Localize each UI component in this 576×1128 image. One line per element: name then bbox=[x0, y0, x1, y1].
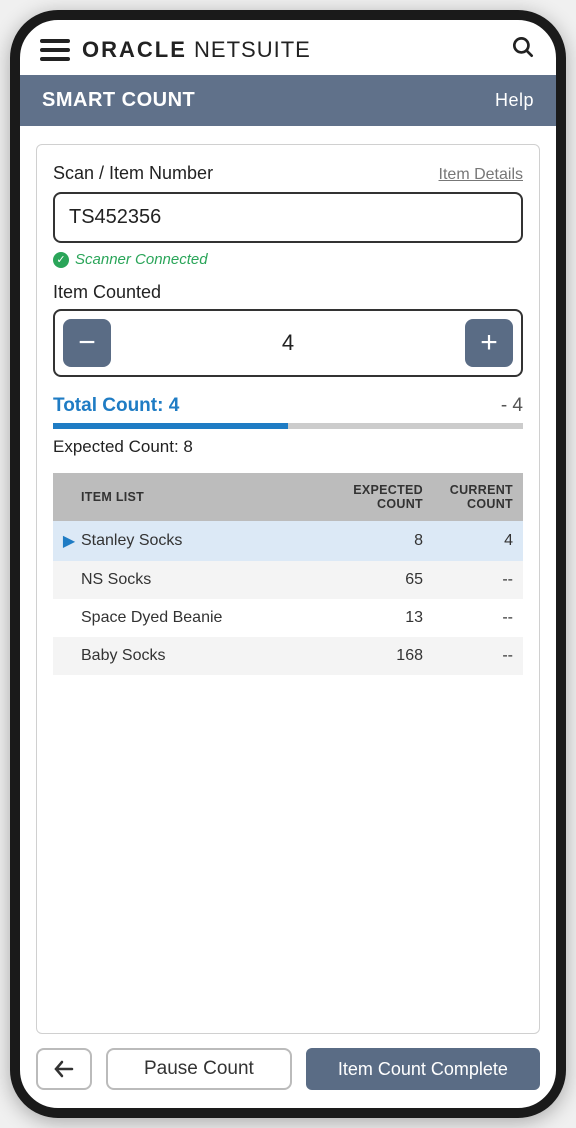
page-titlebar: SMART COUNT Help bbox=[20, 75, 556, 126]
scanner-status-text: Scanner Connected bbox=[75, 251, 208, 268]
brand-prefix: ORACLE bbox=[82, 37, 187, 62]
menu-icon[interactable] bbox=[40, 39, 70, 61]
counter-value: 4 bbox=[282, 330, 294, 356]
item-name: NS Socks bbox=[81, 571, 333, 589]
total-count-label: Total Count: 4 bbox=[53, 395, 179, 417]
check-circle-icon: ✓ bbox=[53, 252, 69, 268]
item-table-header: ITEM LIST EXPECTED COUNT CURRENT COUNT bbox=[53, 473, 523, 521]
help-link[interactable]: Help bbox=[495, 90, 534, 111]
table-row[interactable]: Space Dyed Beanie13-- bbox=[53, 599, 523, 637]
back-button[interactable] bbox=[36, 1048, 92, 1091]
brand-logo: ORACLE NETSUITE bbox=[82, 37, 311, 63]
current-value: -- bbox=[423, 609, 513, 627]
item-name: Stanley Socks bbox=[81, 532, 333, 550]
search-icon[interactable] bbox=[510, 34, 536, 65]
table-row[interactable]: Baby Socks168-- bbox=[53, 637, 523, 675]
th-expected: EXPECTED COUNT bbox=[333, 483, 423, 511]
item-table-body: ▶Stanley Socks84NS Socks65--Space Dyed B… bbox=[53, 521, 523, 675]
table-row[interactable]: ▶Stanley Socks84 bbox=[53, 521, 523, 561]
decrement-button[interactable]: − bbox=[63, 319, 111, 367]
total-prefix: Total Count: bbox=[53, 395, 169, 416]
counter-box: − 4 + bbox=[53, 309, 523, 377]
scan-input[interactable] bbox=[53, 192, 523, 243]
expected-value: 65 bbox=[333, 571, 423, 589]
th-current: CURRENT COUNT bbox=[423, 483, 513, 511]
total-value: 4 bbox=[169, 395, 180, 416]
counter-label: Item Counted bbox=[53, 282, 523, 303]
progress-fill bbox=[53, 423, 288, 429]
item-name: Baby Socks bbox=[81, 647, 333, 665]
app-topbar: ORACLE NETSUITE bbox=[20, 20, 556, 75]
count-difference: - 4 bbox=[501, 395, 523, 417]
current-value: -- bbox=[423, 647, 513, 665]
arrow-left-icon bbox=[52, 1057, 76, 1081]
th-item: ITEM LIST bbox=[81, 490, 333, 504]
table-row[interactable]: NS Socks65-- bbox=[53, 561, 523, 599]
increment-button[interactable]: + bbox=[465, 319, 513, 367]
page-title: SMART COUNT bbox=[42, 89, 195, 112]
scan-label-row: Scan / Item Number Item Details bbox=[53, 163, 523, 184]
item-details-link[interactable]: Item Details bbox=[439, 166, 523, 184]
brand-suffix: NETSUITE bbox=[194, 37, 311, 62]
footer-actions: Pause Count Item Count Complete bbox=[20, 1034, 556, 1109]
count-card: Scan / Item Number Item Details ✓ Scanne… bbox=[36, 144, 540, 1034]
complete-count-button[interactable]: Item Count Complete bbox=[306, 1048, 540, 1091]
current-value: 4 bbox=[423, 532, 513, 550]
pause-count-button[interactable]: Pause Count bbox=[106, 1048, 292, 1091]
topbar-left: ORACLE NETSUITE bbox=[40, 37, 311, 63]
expected-value: 8 bbox=[333, 532, 423, 550]
phone-frame: ORACLE NETSUITE SMART COUNT Help Scan / … bbox=[10, 10, 566, 1118]
scan-label: Scan / Item Number bbox=[53, 163, 213, 184]
scanner-status: ✓ Scanner Connected bbox=[53, 251, 523, 268]
expected-value: 168 bbox=[333, 647, 423, 665]
current-value: -- bbox=[423, 571, 513, 589]
total-row: Total Count: 4 - 4 bbox=[53, 395, 523, 417]
expected-count-label: Expected Count: 8 bbox=[53, 437, 523, 457]
row-active-icon: ▶ bbox=[57, 531, 81, 551]
item-name: Space Dyed Beanie bbox=[81, 609, 333, 627]
expected-value: 13 bbox=[333, 609, 423, 627]
content-area: Scan / Item Number Item Details ✓ Scanne… bbox=[20, 126, 556, 1034]
count-progress bbox=[53, 423, 523, 429]
